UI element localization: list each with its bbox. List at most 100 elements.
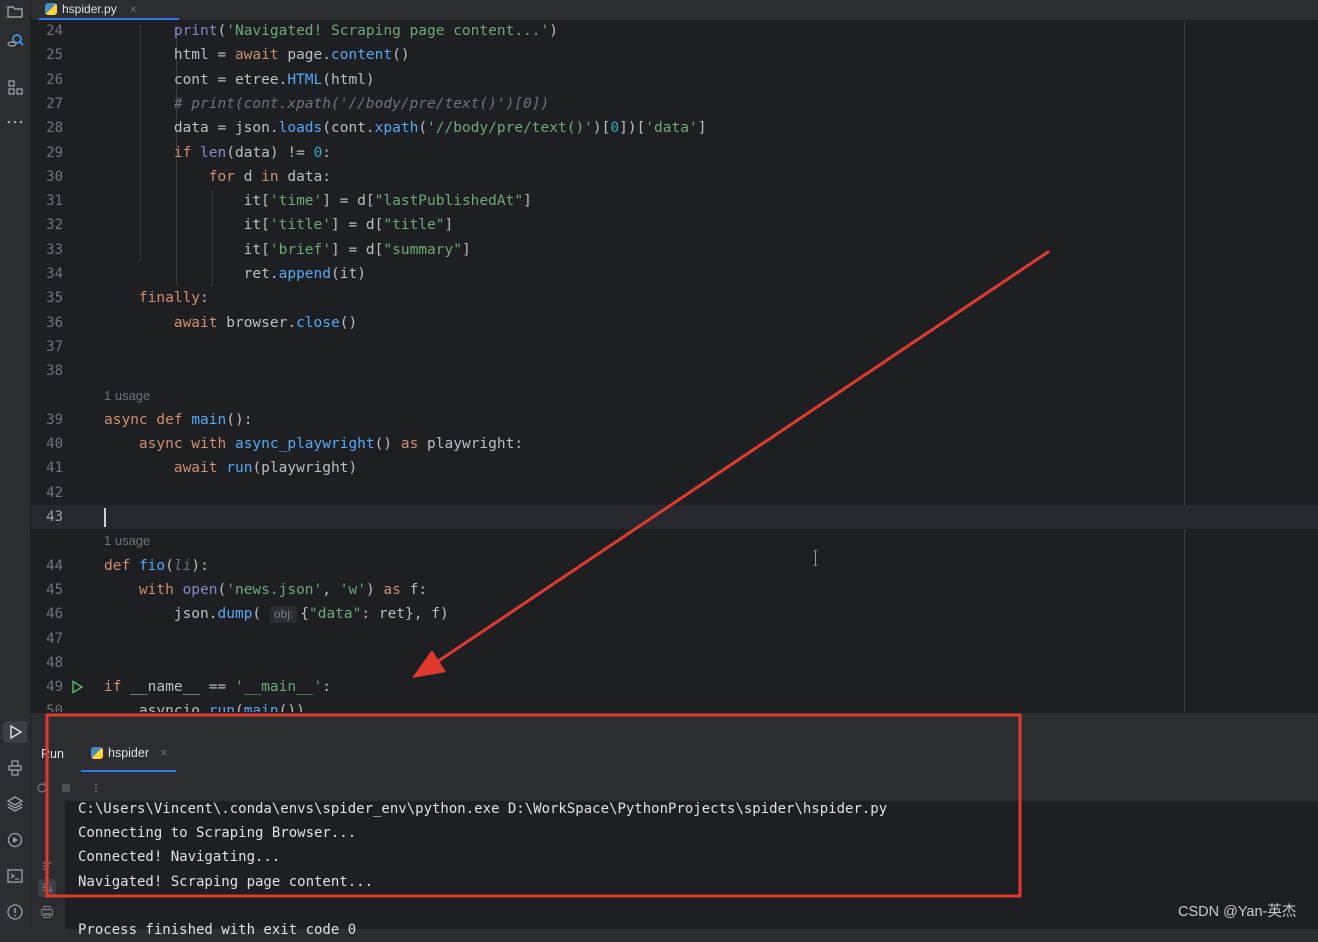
code-token: await xyxy=(173,314,218,331)
rerun-icon[interactable] xyxy=(33,779,51,797)
services-icon[interactable] xyxy=(3,829,27,851)
python-console-icon[interactable] xyxy=(3,757,27,779)
structure-icon[interactable] xyxy=(3,76,27,98)
console-line: Navigated! Scraping page content... xyxy=(78,873,374,890)
code-token: (): xyxy=(226,411,253,428)
layers-icon[interactable] xyxy=(3,793,27,815)
code-line[interactable]: 34 ret.append(it) xyxy=(31,262,1318,286)
code-token: 0 xyxy=(313,144,323,161)
code-line[interactable]: 42 xyxy=(31,481,1318,505)
code-text: data = json.loads(cont.xpath('//body/pre… xyxy=(104,116,707,140)
code-token: async_playwright xyxy=(234,436,375,453)
line-number: 46 xyxy=(46,606,63,623)
code-token: : xyxy=(322,144,332,161)
close-icon[interactable]: × xyxy=(160,746,167,760)
code-line[interactable]: 24 print('Navigated! Scraping page conte… xyxy=(31,21,1318,43)
code-token: append xyxy=(278,266,331,282)
line-number: 41 xyxy=(46,460,63,477)
print-icon[interactable] xyxy=(38,903,56,921)
code-line[interactable]: 26 cont = etree.HTML(html) xyxy=(31,68,1318,92)
code-token: 0 xyxy=(610,120,620,137)
console-output[interactable]: C:\Users\Vincent\.conda\envs\spider_env\… xyxy=(31,801,1318,938)
code-line[interactable]: 25 html = await page.content() xyxy=(31,43,1318,67)
run-tool-icon[interactable] xyxy=(3,721,27,743)
code-token: fio xyxy=(138,557,166,574)
code-token: json. xyxy=(104,606,218,623)
line-number: 35 xyxy=(46,290,63,307)
code-line[interactable]: 35 finally: xyxy=(31,286,1318,310)
code-token: ret. xyxy=(104,266,279,282)
code-line[interactable]: 33 it['brief'] = d["summary"] xyxy=(31,238,1318,262)
code-token: if xyxy=(173,144,192,161)
line-number: 39 xyxy=(46,411,63,428)
code-line[interactable]: 28 data = json.loads(cont.xpath('//body/… xyxy=(31,116,1318,140)
code-text: it['brief'] = d["summary"] xyxy=(104,238,471,262)
line-number: 32 xyxy=(46,217,63,234)
code-line[interactable]: 40 async with async_playwright() as play… xyxy=(31,432,1318,456)
code-line[interactable]: 48 xyxy=(31,651,1318,675)
code-line[interactable]: 31 it['time'] = d["lastPublishedAt"] xyxy=(31,189,1318,213)
editor-tab-label: hspider.py xyxy=(62,2,117,16)
code-text: html = await page.content() xyxy=(104,43,410,67)
code-token: async def xyxy=(104,411,183,428)
code-token: # print(cont.xpath('//body/pre/text()')[… xyxy=(104,95,550,112)
terminal-icon[interactable] xyxy=(3,865,27,887)
usage-hint-row[interactable]: 1 usage xyxy=(31,529,1318,553)
code-line[interactable]: 44 def fio(li): xyxy=(31,554,1318,578)
run-tab-hspider[interactable]: hspider × xyxy=(81,735,176,772)
code-line[interactable]: 50 asyncio.run(main()) xyxy=(31,699,1318,712)
run-gutter-icon[interactable] xyxy=(70,680,84,694)
code-line[interactable]: 41 await run(playwright) xyxy=(31,456,1318,480)
code-line[interactable]: 32 it['title'] = d["title"] xyxy=(31,213,1318,237)
code-line[interactable]: 45 with open('news.json', 'w') as f: xyxy=(31,578,1318,602)
code-token: xpath xyxy=(374,120,419,137)
code-token: it[ xyxy=(104,241,270,258)
code-token: ( xyxy=(165,557,174,574)
project-folder-icon[interactable] xyxy=(3,0,27,22)
usage-hint-row[interactable]: 1 usage xyxy=(31,384,1318,408)
console-line: Connecting to Scraping Browser... xyxy=(78,825,357,842)
code-line[interactable]: 39 async def main(): xyxy=(31,408,1318,432)
code-line[interactable]: 36 await browser.close() xyxy=(31,311,1318,335)
code-token: "summary" xyxy=(383,241,462,258)
console-line: Process finished with exit code 0 xyxy=(78,922,357,938)
usage-hint[interactable]: 1 usage xyxy=(104,529,150,553)
code-token: { xyxy=(300,606,309,623)
search-database-icon[interactable] xyxy=(3,30,27,52)
more-icon[interactable] xyxy=(3,111,27,133)
soft-wrap-icon[interactable] xyxy=(38,857,56,875)
line-number: 26 xyxy=(46,71,63,88)
scroll-to-end-icon[interactable] xyxy=(38,879,56,897)
code-token: (html) xyxy=(322,71,375,88)
usage-hint[interactable]: 1 usage xyxy=(104,384,150,408)
code-token: html = xyxy=(104,47,235,64)
code-line[interactable]: 27 # print(cont.xpath('//body/pre/text()… xyxy=(31,92,1318,116)
editor-tab-hspider[interactable]: hspider.py × xyxy=(39,0,179,20)
code-text: it['title'] = d["title"] xyxy=(104,213,454,237)
code-token: finally xyxy=(138,290,201,307)
code-line[interactable]: 37 xyxy=(31,335,1318,359)
code-token: 'brief' xyxy=(269,241,331,258)
problems-icon[interactable] xyxy=(3,901,27,923)
code-token: "title" xyxy=(383,217,445,234)
code-line[interactable]: 30 for d in data: xyxy=(31,165,1318,189)
code-token: li xyxy=(173,557,192,574)
code-line[interactable]: 38 xyxy=(31,359,1318,383)
code-token: data: xyxy=(278,168,332,185)
code-token: if xyxy=(104,679,122,696)
code-token: __name__ == xyxy=(121,679,235,696)
more-vertical-icon[interactable] xyxy=(87,779,105,797)
code-line[interactable]: 47 xyxy=(31,627,1318,651)
close-icon[interactable]: × xyxy=(130,2,137,16)
stop-icon[interactable] xyxy=(57,779,75,797)
code-line[interactable]: 49 if __name__ == '__main__': xyxy=(31,675,1318,699)
code-line[interactable]: 29 if len(data) != 0: xyxy=(31,141,1318,165)
code-editor[interactable]: 24 print('Navigated! Scraping page conte… xyxy=(31,21,1318,712)
code-line[interactable]: 46 json.dump( obj: {"data": ret}, f) xyxy=(31,602,1318,626)
code-token: ) xyxy=(365,581,384,598)
code-line[interactable]: 43 xyxy=(31,505,1318,529)
